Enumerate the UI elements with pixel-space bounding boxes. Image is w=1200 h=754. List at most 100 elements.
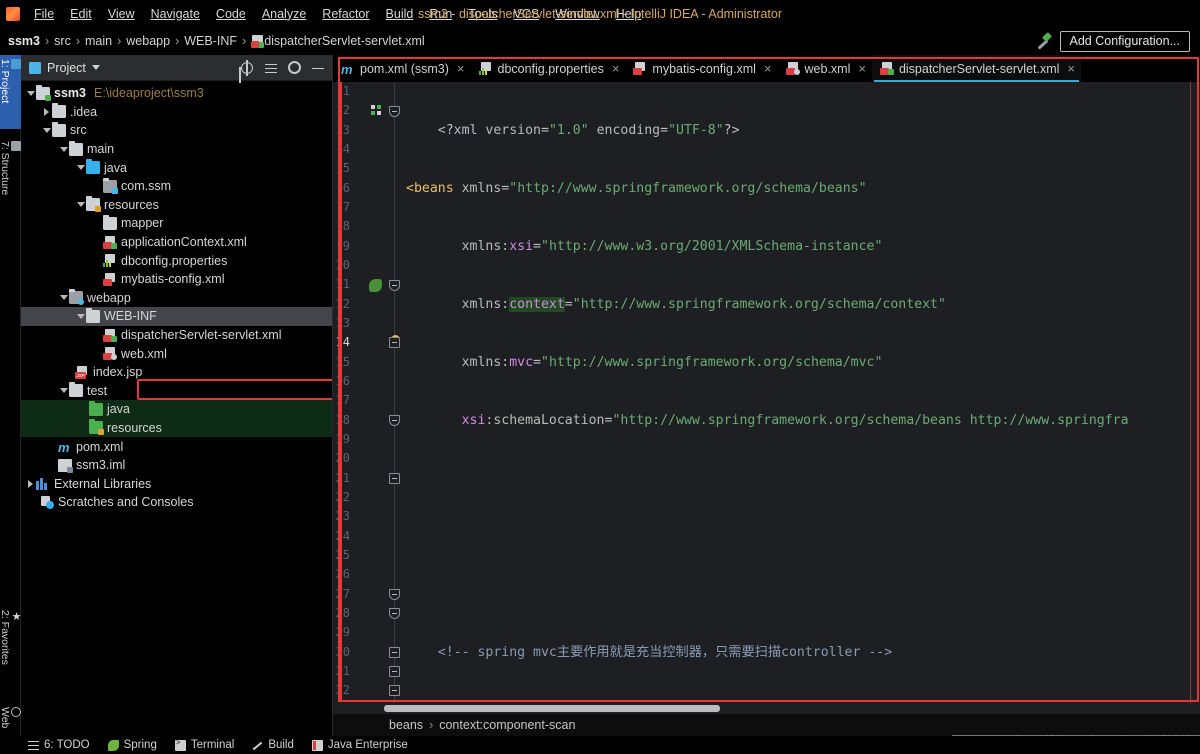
tree-item-mybatis-config-xml[interactable]: mybatis-config.xml (21, 270, 333, 289)
collapse-all-icon[interactable] (264, 61, 278, 75)
menu-help[interactable]: Help (608, 4, 650, 24)
status-build[interactable]: Build (252, 739, 294, 751)
menu-analyze[interactable]: Analyze (254, 4, 314, 24)
settings-gear-icon[interactable] (288, 61, 301, 74)
chevron-down-icon[interactable] (58, 388, 69, 393)
chevron-right-icon[interactable] (41, 108, 52, 116)
breadcrumb-web-inf[interactable]: WEB-INF (184, 34, 237, 48)
tree-item-java-main[interactable]: java (21, 158, 333, 177)
editor-gutter[interactable]: 1 2 3 4 5 6 7 8 9 10 11 12 13 14 15 16 1… (333, 82, 406, 722)
tree-item-dbconfig-properties[interactable]: dbconfig.properties (21, 251, 333, 270)
fold-marker[interactable] (389, 106, 400, 117)
chevron-down-icon[interactable] (58, 147, 69, 152)
tab-mybatis-config-xml[interactable]: mybatis-config.xml × (625, 55, 777, 82)
tree-item-label: java (107, 402, 130, 416)
breadcrumb-src[interactable]: src (54, 34, 71, 48)
tree-item-ssm3[interactable]: ssm3 E:\ideaproject\ssm3 (21, 84, 333, 103)
tool-tab-project-label: 1: Project (0, 59, 11, 103)
fold-marker[interactable] (389, 647, 400, 658)
chevron-down-icon[interactable] (75, 202, 86, 207)
project-icon (29, 62, 41, 74)
build-hammer-icon[interactable] (1034, 32, 1052, 50)
spring-bean-gutter-icon[interactable] (371, 105, 382, 116)
tree-item-src[interactable]: src (21, 121, 333, 140)
tree-item-main[interactable]: main (21, 140, 333, 159)
code-content[interactable]: <?xml version="1.0" encoding="UTF-8"?> <… (406, 82, 1200, 722)
menu-file[interactable]: File (26, 4, 62, 24)
chevron-down-icon[interactable] (25, 91, 36, 96)
code-editor[interactable]: 1 2 3 4 5 6 7 8 9 10 11 12 13 14 15 16 1… (333, 82, 1200, 722)
chevron-down-icon[interactable] (92, 65, 100, 70)
breadcrumb-file[interactable]: dispatcherServlet-servlet.xml (264, 34, 424, 48)
add-configuration-button[interactable]: Add Configuration... (1060, 31, 1191, 52)
spring-component-scan-gutter-icon[interactable] (369, 279, 382, 292)
fold-marker[interactable] (389, 415, 400, 426)
tree-item-web-inf[interactable]: WEB-INF (21, 307, 333, 326)
tree-item-external-libraries[interactable]: External Libraries (21, 474, 333, 493)
status-java-enterprise[interactable]: Java Enterprise (312, 739, 408, 751)
fold-marker[interactable] (389, 280, 400, 291)
tree-item-resources-test[interactable]: resources (21, 419, 333, 438)
breadcrumb-webapp[interactable]: webapp (126, 34, 170, 48)
menu-edit[interactable]: Edit (62, 4, 100, 24)
fold-marker[interactable] (389, 608, 400, 619)
tab-pom-xml[interactable]: m pom.xml (ssm3) × (333, 55, 471, 82)
close-icon[interactable]: × (612, 61, 620, 76)
horizontal-scrollbar-thumb[interactable] (384, 705, 720, 712)
menu-run[interactable]: Run (421, 4, 460, 24)
chevron-down-icon[interactable] (75, 165, 86, 170)
menu-refactor[interactable]: Refactor (314, 4, 377, 24)
fold-marker[interactable] (389, 589, 400, 600)
locate-icon[interactable] (240, 61, 254, 75)
tree-item-resources[interactable]: resources (21, 196, 333, 215)
menu-tools[interactable]: Tools (460, 4, 505, 24)
tree-item-application-context-xml[interactable]: applicationContext.xml (21, 233, 333, 252)
project-tool-window: Project ssm3 E:\ideaproject\ssm3 .ide (21, 55, 333, 754)
fold-marker[interactable] (389, 685, 400, 696)
tab-dbconfig-properties[interactable]: dbconfig.properties × (471, 55, 626, 82)
chevron-down-icon[interactable] (41, 128, 52, 133)
status-spring[interactable]: Spring (108, 739, 157, 751)
tree-item-mapper[interactable]: mapper (21, 214, 333, 233)
menu-window[interactable]: Window (547, 4, 607, 24)
tab-web-xml[interactable]: web.xml × (778, 55, 872, 82)
close-icon[interactable]: × (858, 61, 866, 76)
fold-marker[interactable] (389, 337, 400, 348)
minimize-icon[interactable] (311, 61, 325, 75)
tree-item-com-ssm[interactable]: com.ssm (21, 177, 333, 196)
editor-breadcrumb-bar: beans › context:component-scan (333, 714, 1200, 736)
close-icon[interactable]: × (1067, 61, 1075, 76)
fold-marker[interactable] (389, 666, 400, 677)
tree-item-scratches-and-consoles[interactable]: Scratches and Consoles (21, 493, 333, 512)
close-icon[interactable]: × (764, 61, 772, 76)
menu-code[interactable]: Code (208, 4, 254, 24)
fold-marker[interactable] (389, 473, 400, 484)
chevron-right-icon[interactable] (25, 480, 36, 488)
tree-item-pom-xml[interactable]: m pom.xml (21, 437, 333, 456)
tree-item-idea[interactable]: .idea (21, 103, 333, 122)
status-todo[interactable]: 6: TODO (28, 739, 90, 751)
breadcrumb-footer-component-scan[interactable]: context:component-scan (439, 718, 575, 732)
close-icon[interactable]: × (457, 61, 465, 76)
breadcrumb-main[interactable]: main (85, 34, 112, 48)
menu-build[interactable]: Build (378, 4, 422, 24)
sidebar-item-favorites[interactable]: ★2: Favorites (0, 606, 21, 696)
tree-item-web-xml[interactable]: web.xml (21, 344, 333, 363)
tree-item-index-jsp[interactable]: JSP index.jsp (21, 363, 333, 382)
tree-item-ssm3-iml[interactable]: ssm3.iml (21, 456, 333, 475)
chevron-down-icon[interactable] (75, 314, 86, 319)
menu-navigate[interactable]: Navigate (143, 4, 208, 24)
tree-item-dispatcher-servlet-xml[interactable]: dispatcherServlet-servlet.xml (21, 326, 333, 345)
sidebar-item-structure[interactable]: 7: Structure (0, 137, 21, 225)
tree-item-test[interactable]: test (21, 382, 333, 401)
tree-item-java-test[interactable]: java (21, 400, 333, 419)
tab-dispatcher-servlet-xml[interactable]: dispatcherServlet-servlet.xml × (872, 55, 1081, 82)
status-terminal[interactable]: Terminal (175, 739, 234, 751)
menu-view[interactable]: View (100, 4, 143, 24)
breadcrumb-ssm3[interactable]: ssm3 (8, 34, 40, 48)
chevron-down-icon[interactable] (58, 295, 69, 300)
sidebar-item-project[interactable]: 1: Project (0, 55, 21, 129)
tree-item-webapp[interactable]: webapp (21, 289, 333, 308)
menu-vcs[interactable]: VCS (505, 4, 547, 24)
breadcrumb-footer-beans[interactable]: beans (389, 718, 423, 732)
